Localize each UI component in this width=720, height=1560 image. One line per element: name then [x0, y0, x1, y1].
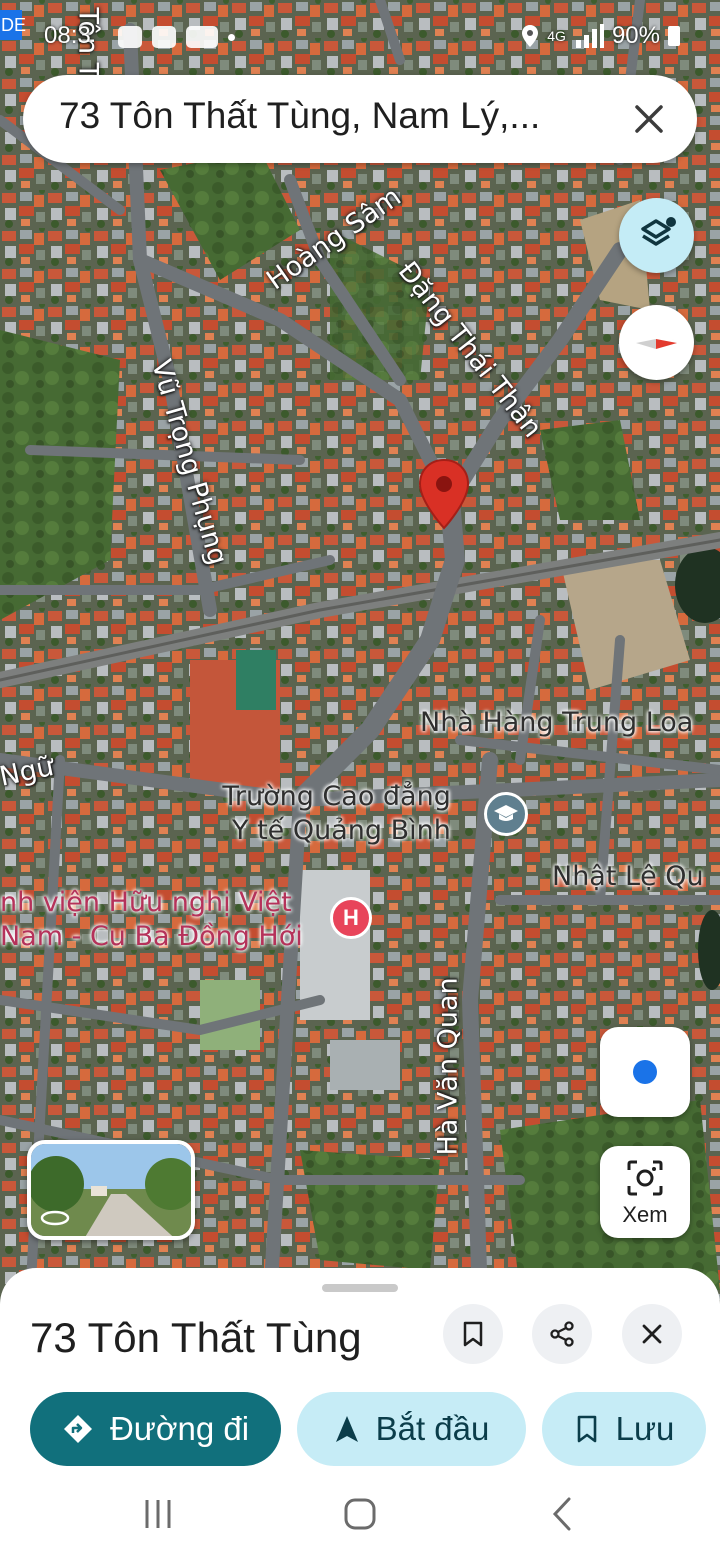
compass-button[interactable]	[619, 305, 694, 380]
graduation-cap-glyph	[494, 805, 518, 821]
bookmark-button[interactable]	[443, 1304, 503, 1364]
share-icon	[550, 1321, 574, 1347]
place-title: 73 Tôn Thất Tùng	[30, 1314, 362, 1361]
notification-icons	[118, 26, 235, 48]
search-bar[interactable]: 73 Tôn Thất Tùng, Nam Lý,...	[23, 75, 697, 163]
zalo-icon	[186, 26, 218, 48]
save-label: Lưu	[615, 1410, 675, 1447]
poi-college-label[interactable]: Trường Cao đẳng Y tế Quảng Bình	[210, 780, 451, 848]
poi-restaurant-label[interactable]: Nhà Hàng Trung Loa	[420, 706, 693, 740]
directions-icon	[63, 1415, 92, 1443]
street-label-ha-van-quan: Hà Văn Quan	[432, 977, 464, 1156]
directions-label: Đường đi	[109, 1410, 250, 1447]
start-button[interactable]: Bắt đầu	[297, 1392, 526, 1466]
search-query[interactable]: 73 Tôn Thất Tùng, Nam Lý,...	[59, 95, 540, 137]
graduation-cap-icon[interactable]	[484, 792, 528, 836]
signal-icon	[575, 24, 604, 48]
gallery-icon	[152, 26, 176, 48]
layers-icon	[641, 217, 676, 246]
hospital-marker-letter: H	[343, 905, 359, 930]
status-bar: DE 08:3 4G 90%	[0, 0, 720, 70]
college-label-line1: Trường Cao đẳng	[222, 781, 451, 812]
my-location-icon	[633, 1060, 657, 1084]
system-nav-bar	[0, 1470, 720, 1560]
status-right: 4G 90%	[521, 22, 680, 50]
close-icon[interactable]	[627, 97, 671, 141]
battery-icon	[668, 26, 680, 46]
location-status-icon	[522, 25, 539, 47]
dot-icon	[228, 34, 235, 41]
lens-label: Xem	[622, 1202, 668, 1227]
directions-button[interactable]: Đường đi	[30, 1392, 281, 1466]
place-pin-icon[interactable]	[418, 458, 470, 530]
poi-nhat-le-label[interactable]: Nhật Lệ Qu	[552, 860, 704, 894]
lens-button[interactable]: Xem	[600, 1146, 690, 1238]
recent-apps-icon[interactable]	[143, 1498, 173, 1530]
network-type: 4G	[547, 28, 566, 44]
share-button[interactable]	[532, 1304, 592, 1364]
my-location-button[interactable]	[600, 1027, 690, 1117]
hospital-label-line1: nh viện Hữu nghị Việt	[0, 887, 292, 918]
navigation-arrow-icon	[335, 1416, 358, 1442]
compass-icon	[636, 339, 677, 349]
street-view-thumbnail[interactable]	[27, 1140, 195, 1240]
hospital-marker-icon[interactable]: H	[330, 897, 372, 939]
bookmark-icon	[577, 1415, 596, 1443]
back-icon[interactable]	[550, 1496, 574, 1532]
poi-hospital-label[interactable]: nh viện Hữu nghị Việt Nam - Cu Ba Đồng H…	[0, 886, 303, 954]
bookmark-icon	[463, 1321, 483, 1347]
battery-percent: 90%	[611, 22, 660, 49]
start-label: Bắt đầu	[375, 1410, 490, 1447]
layers-button[interactable]	[619, 198, 694, 273]
home-icon[interactable]	[343, 1497, 377, 1531]
college-label-line2: Y tế Quảng Bình	[232, 815, 451, 846]
save-button[interactable]: Lưu	[542, 1392, 706, 1466]
drag-handle[interactable]	[322, 1284, 398, 1292]
camera-scan-icon	[627, 1160, 663, 1196]
carrier-tag: DE	[0, 10, 26, 40]
rotate-360-icon	[40, 1210, 70, 1226]
hospital-label-line2: Nam - Cu Ba Đồng Hới	[0, 921, 303, 952]
messenger-icon	[118, 26, 142, 48]
close-icon	[642, 1324, 662, 1344]
status-time: 08:3	[44, 22, 91, 49]
close-sheet-button[interactable]	[622, 1304, 682, 1364]
